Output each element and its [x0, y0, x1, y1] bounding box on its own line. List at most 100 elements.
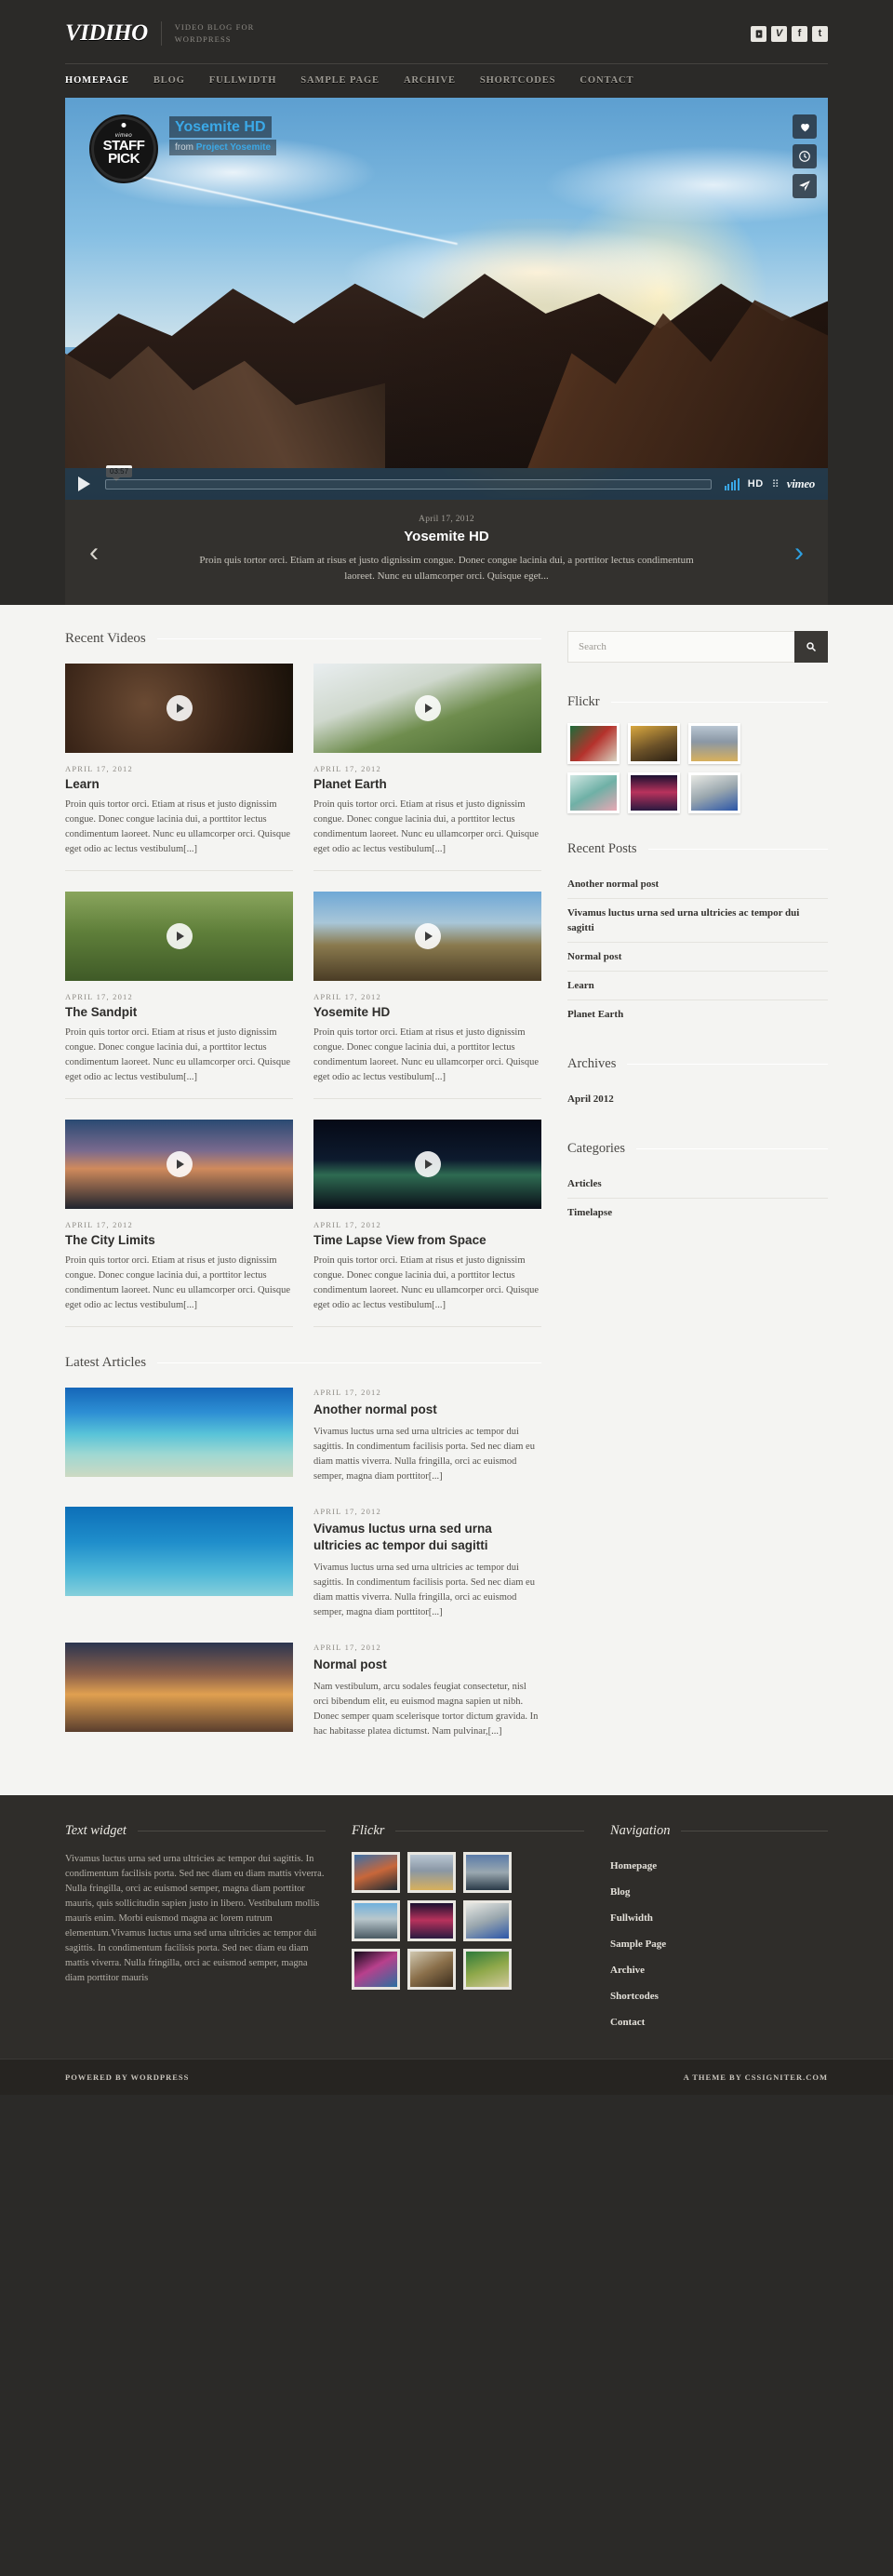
facebook-icon[interactable]: f — [792, 25, 807, 42]
recent-post-link[interactable]: Vivamus luctus urna sed urna ultricies a… — [567, 906, 828, 935]
footer-flickr-thumbnail[interactable] — [463, 1949, 512, 1990]
recent-post-link[interactable]: Learn — [567, 978, 828, 993]
video-progress-bar[interactable] — [105, 478, 712, 490]
play-overlay-icon[interactable] — [166, 1151, 193, 1177]
card-divider — [313, 870, 541, 871]
footer-nav-link-fullwidth[interactable]: Fullwidth — [610, 1912, 653, 1924]
footer-nav-link-archive[interactable]: Archive — [610, 1965, 645, 1976]
site-tagline: VIDEO BLOG FOR WORDPRESS — [175, 21, 255, 46]
vimeo-logo[interactable]: vimeo — [787, 476, 816, 491]
category-link[interactable]: Timelapse — [567, 1205, 828, 1220]
article-thumbnail[interactable] — [65, 1388, 293, 1477]
site-logo[interactable]: VIDIHO — [65, 20, 148, 47]
article-title[interactable]: Normal post — [313, 1657, 541, 1673]
footer-nav-link-contact[interactable]: Contact — [610, 2017, 645, 2028]
play-overlay-icon[interactable] — [414, 1151, 441, 1177]
video-card-title[interactable]: Yosemite HD — [313, 1005, 541, 1019]
video-thumbnail[interactable] — [313, 664, 541, 753]
categories-list: Articles Timelapse — [567, 1170, 828, 1227]
recent-post-link[interactable]: Planet Earth — [567, 1007, 828, 1022]
slider-next-button[interactable]: › — [794, 538, 804, 567]
footer-flickr-thumbnail[interactable] — [352, 1900, 400, 1941]
nav-item-archive[interactable]: Archive — [404, 75, 456, 86]
nav-item-contact[interactable]: Contact — [580, 75, 633, 86]
footer-text-widget-body: Vivamus luctus urna sed urna ultricies a… — [65, 1854, 325, 1983]
search-button[interactable] — [794, 631, 828, 663]
flickr-thumbnail[interactable] — [688, 723, 740, 764]
nav-item-shortcodes[interactable]: Shortcodes — [480, 75, 556, 86]
play-overlay-icon[interactable] — [166, 695, 193, 721]
flickr-thumbnail[interactable] — [628, 723, 680, 764]
page-root: VIDIHO VIDEO BLOG FOR WORDPRESS Vft Home… — [0, 0, 893, 2095]
video-thumbnail[interactable] — [313, 892, 541, 981]
video-date: APRIL 17, 2012 — [313, 764, 381, 773]
flickr-thumbnail[interactable] — [567, 772, 620, 813]
footer-nav-link-homepage[interactable]: Homepage — [610, 1860, 657, 1872]
play-overlay-icon[interactable] — [414, 923, 441, 949]
categories-title: Categories — [567, 1141, 626, 1156]
footer-flickr-thumbnail[interactable] — [352, 1949, 400, 1990]
footer-flickr-thumbnail[interactable] — [407, 1852, 456, 1893]
clock-icon[interactable] — [793, 144, 817, 168]
article-body: APRIL 17, 2012 Normal post Nam vestibulum,… — [313, 1643, 541, 1739]
video-grid: APRIL 17, 2012 Learn Proin quis tortor orc… — [65, 664, 541, 1348]
footer-nav-link-sample-page[interactable]: Sample Page — [610, 1939, 666, 1950]
hd-badge[interactable]: HD — [748, 478, 764, 490]
fullscreen-icon[interactable]: ⠿ — [772, 478, 780, 490]
footer-nav-link-blog[interactable]: Blog — [610, 1886, 630, 1898]
video-card-title[interactable]: Time Lapse View from Space — [313, 1233, 541, 1247]
play-overlay-icon[interactable] — [414, 695, 441, 721]
video-date: APRIL 17, 2012 — [65, 992, 133, 1001]
twitter-icon[interactable]: t — [812, 25, 828, 42]
video-card: APRIL 17, 2012 Time Lapse View from Space… — [313, 1120, 541, 1327]
recent-post-link[interactable]: Another normal post — [567, 877, 828, 892]
category-link[interactable]: Articles — [567, 1176, 828, 1191]
nav-item-homepage[interactable]: Homepage — [65, 75, 129, 86]
recent-post-link[interactable]: Normal post — [567, 949, 828, 964]
video-card-title[interactable]: Planet Earth — [313, 777, 541, 791]
footer-flickr-thumbnail[interactable] — [352, 1852, 400, 1893]
nav-item-fullwidth[interactable]: Fullwidth — [209, 75, 276, 86]
video-thumbnail[interactable] — [65, 892, 293, 981]
archive-link[interactable]: April 2012 — [567, 1092, 828, 1107]
video-thumbnail[interactable] — [65, 1120, 293, 1209]
play-overlay-icon[interactable] — [166, 923, 193, 949]
footer-nav-link-shortcodes[interactable]: Shortcodes — [610, 1991, 659, 2002]
list-item: Planet Earth — [567, 1000, 828, 1028]
video-author[interactable]: Project Yosemite — [196, 142, 271, 153]
nav-item-blog[interactable]: Blog — [153, 75, 185, 86]
footer-flickr-title: Flickr — [352, 1823, 385, 1838]
heading-rule — [610, 702, 828, 703]
article-title[interactable]: Vivamus luctus urna sed urna ultricies a… — [313, 1521, 541, 1554]
heart-icon[interactable] — [793, 114, 817, 139]
footer-flickr-thumbnail[interactable] — [407, 1900, 456, 1941]
slider-caption-title[interactable]: Yosemite HD — [121, 529, 772, 544]
video-title[interactable]: Yosemite HD — [169, 116, 272, 138]
flickr-thumbnail[interactable] — [567, 723, 620, 764]
video-player[interactable]: vimeo STAFF PICK Yosemite HD from Projec… — [65, 98, 828, 500]
video-card-title[interactable]: Learn — [65, 777, 293, 791]
slider-caption-date: April 17, 2012 — [419, 515, 474, 524]
flickr-thumbnail[interactable] — [688, 772, 740, 813]
video-thumbnail[interactable] — [313, 1120, 541, 1209]
slider-prev-button[interactable]: ‹ — [89, 538, 99, 567]
video-card-title[interactable]: The City Limits — [65, 1233, 293, 1247]
share-icon[interactable] — [793, 174, 817, 198]
footer-flickr-thumbnail[interactable] — [463, 1900, 512, 1941]
play-button[interactable] — [78, 476, 90, 491]
search-input[interactable] — [567, 631, 794, 663]
video-thumbnail[interactable] — [65, 664, 293, 753]
article-title[interactable]: Another normal post — [313, 1402, 541, 1418]
footer-flickr-thumbnail[interactable] — [407, 1949, 456, 1990]
social-links: Vft — [751, 25, 828, 42]
vimeo-icon[interactable]: V — [771, 25, 787, 42]
youtube-icon[interactable] — [751, 25, 766, 42]
video-card-title[interactable]: The Sandpit — [65, 1005, 293, 1019]
article-thumbnail[interactable] — [65, 1507, 293, 1596]
volume-icon[interactable] — [724, 477, 740, 490]
flickr-thumbnail[interactable] — [628, 772, 680, 813]
article-thumbnail[interactable] — [65, 1643, 293, 1732]
nav-item-sample-page[interactable]: Sample Page — [300, 75, 380, 86]
footer-flickr-thumbnail[interactable] — [463, 1852, 512, 1893]
featured-video-section: vimeo STAFF PICK Yosemite HD from Projec… — [65, 98, 828, 605]
